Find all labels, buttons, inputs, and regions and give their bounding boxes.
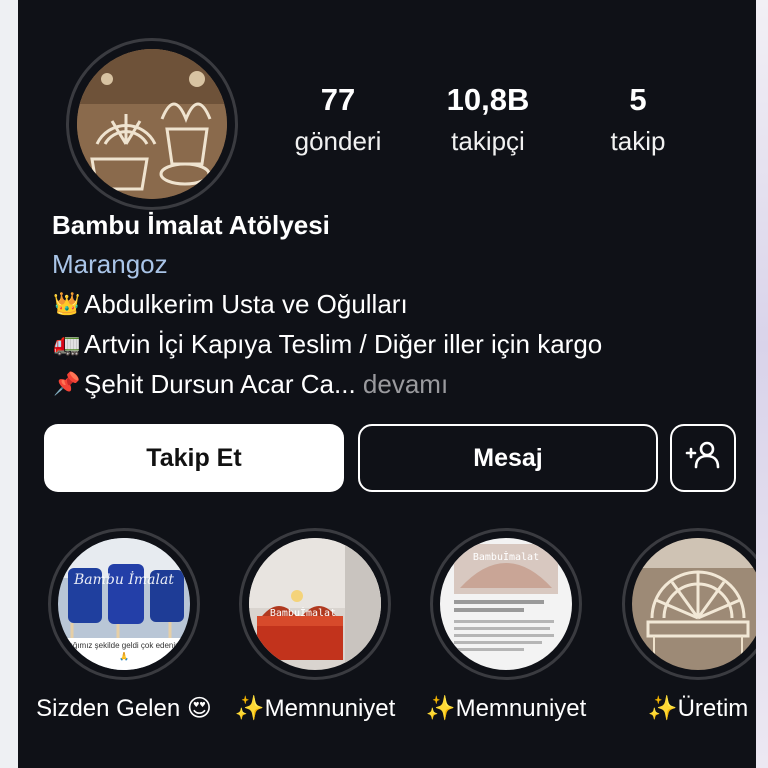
highlight-item[interactable]: Bambuİmalat ✨Memnuniyet [416,528,596,724]
follow-button[interactable]: Takip Et [44,424,344,492]
window-edge-right [756,0,768,768]
more-link[interactable]: devamı [356,364,448,404]
highlight-overlay-text: Bambuİmalat [270,606,336,619]
profile-bio: Bambu İmalat Atölyesi Marangoz 👑 Abdulke… [52,206,732,404]
highlight-thumbnail: Bambuİmalat [440,538,572,670]
bio-line-text: Abdulkerim Usta ve Oğulları [84,289,408,319]
stat-following-value: 5 [629,82,647,117]
highlight-label: ✨Üretim [647,695,749,722]
highlight-caption: dığımız şekilde geldi çok edenim 🙏 [66,641,182,661]
stat-following-label: takip [610,126,666,156]
highlight-label: ✨Memnuniyet [234,695,396,722]
profile-screen: 77 gönderi 10,8B takipçi 5 takip Bambu İ… [18,0,756,768]
avatar-image [77,49,227,199]
highlight-ring: Bambu İmalat dığımız şekilde geldi çok e… [48,528,200,680]
stat-posts-value: 77 [320,82,356,117]
add-person-button[interactable] [670,424,736,492]
highlight-ring: Bambuİmalat [239,528,391,680]
highlight-label: ✨Memnuniyet [425,695,587,722]
pin-icon: 📌 [53,371,81,396]
highlight-thumbnail: Bambu İmalat dığımız şekilde geldi çok e… [58,538,190,670]
bio-line-text: Artvin İçi Kapıya Teslim / Diğer iller i… [84,329,603,359]
highlight-item[interactable]: ✨Üretim [608,528,756,724]
highlight-overlay-text: Bambu İmalat [73,570,174,588]
highlight-label: Sizden Gelen 😍 [36,695,212,722]
highlight-ring: Bambuİmalat [430,528,582,680]
bio-line-text: Şehit Dursun Acar Ca... [84,369,356,399]
highlight-item[interactable]: Bambuİmalat ✨Memnuniyet [225,528,405,724]
stat-followers-label: takipçi [451,126,525,156]
stat-followers-value: 10,8B [446,82,530,117]
message-button[interactable]: Mesaj [358,424,658,492]
profile-category[interactable]: Marangoz [52,244,732,284]
profile-avatar[interactable] [66,38,238,210]
highlight-item[interactable]: Bambu İmalat dığımız şekilde geldi çok e… [34,528,214,724]
crown-icon: 👑 [53,291,81,316]
stat-followers[interactable]: 10,8B takipçi [418,82,558,160]
profile-stats: 77 gönderi 10,8B takipçi 5 takip [268,82,708,160]
highlight-thumbnail [632,538,756,670]
message-button-label: Mesaj [473,443,543,472]
bio-line: 👑 Abdulkerim Usta ve Oğulları [52,284,732,324]
highlight-overlay-text: Bambuİmalat [473,550,539,563]
stat-following[interactable]: 5 takip [568,82,708,160]
highlight-thumbnail: Bambuİmalat [249,538,381,670]
bio-line: 🚛 Artvin İçi Kapıya Teslim / Diğer iller… [52,324,732,364]
follow-button-label: Takip Et [146,443,242,472]
bio-line: 📌 Şehit Dursun Acar Ca... devamı [52,364,732,404]
highlight-ring [622,528,756,680]
stat-posts[interactable]: 77 gönderi [268,82,408,160]
profile-name: Bambu İmalat Atölyesi [52,210,330,240]
stat-posts-label: gönderi [294,126,382,156]
window-edge-left [0,0,18,768]
truck-icon: 🚛 [53,331,81,356]
add-person-icon [685,439,721,478]
